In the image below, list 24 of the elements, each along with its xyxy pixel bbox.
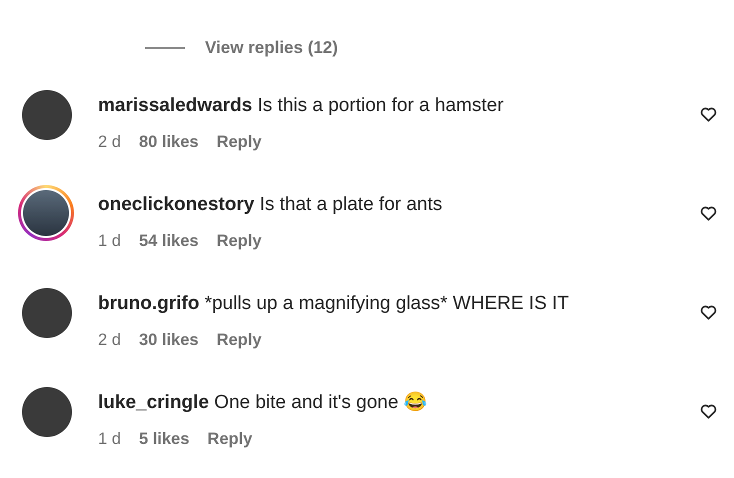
view-replies-link[interactable]: View replies (12) <box>205 35 338 61</box>
heart-icon[interactable] <box>700 205 717 221</box>
heart-icon[interactable] <box>700 304 717 320</box>
like-count: 80 likes <box>138 132 199 153</box>
comment-text: oneclickonestory Is that a plate for ants <box>98 193 444 217</box>
comment-time: 1 d <box>98 231 121 252</box>
like-count: 30 likes <box>138 330 199 351</box>
comment-text: marissaledwards Is this a portion for a hamster <box>98 94 505 118</box>
reply-link[interactable]: Reply <box>216 328 262 353</box>
comment-time: 1 d <box>98 429 121 450</box>
reply-link[interactable]: Reply <box>207 427 252 452</box>
comment-time: 2 d <box>98 132 121 153</box>
like-count: 5 likes <box>138 429 190 450</box>
reply-link[interactable]: Reply <box>216 229 262 254</box>
comment-text: luke_cringle One bite and it's gone 😂 <box>98 391 429 415</box>
avatar[interactable] <box>22 288 72 338</box>
heart-icon[interactable] <box>700 403 717 419</box>
like-count: 54 likes <box>138 231 199 252</box>
heart-icon[interactable] <box>700 106 717 122</box>
reply-link[interactable]: Reply <box>216 130 262 155</box>
avatar[interactable] <box>22 387 72 437</box>
avatar[interactable] <box>22 90 72 140</box>
comment-time: 2 d <box>98 330 121 351</box>
comment-text: bruno.grifo *pulls up a magnifying glass* WHERE IS IT <box>98 292 570 316</box>
